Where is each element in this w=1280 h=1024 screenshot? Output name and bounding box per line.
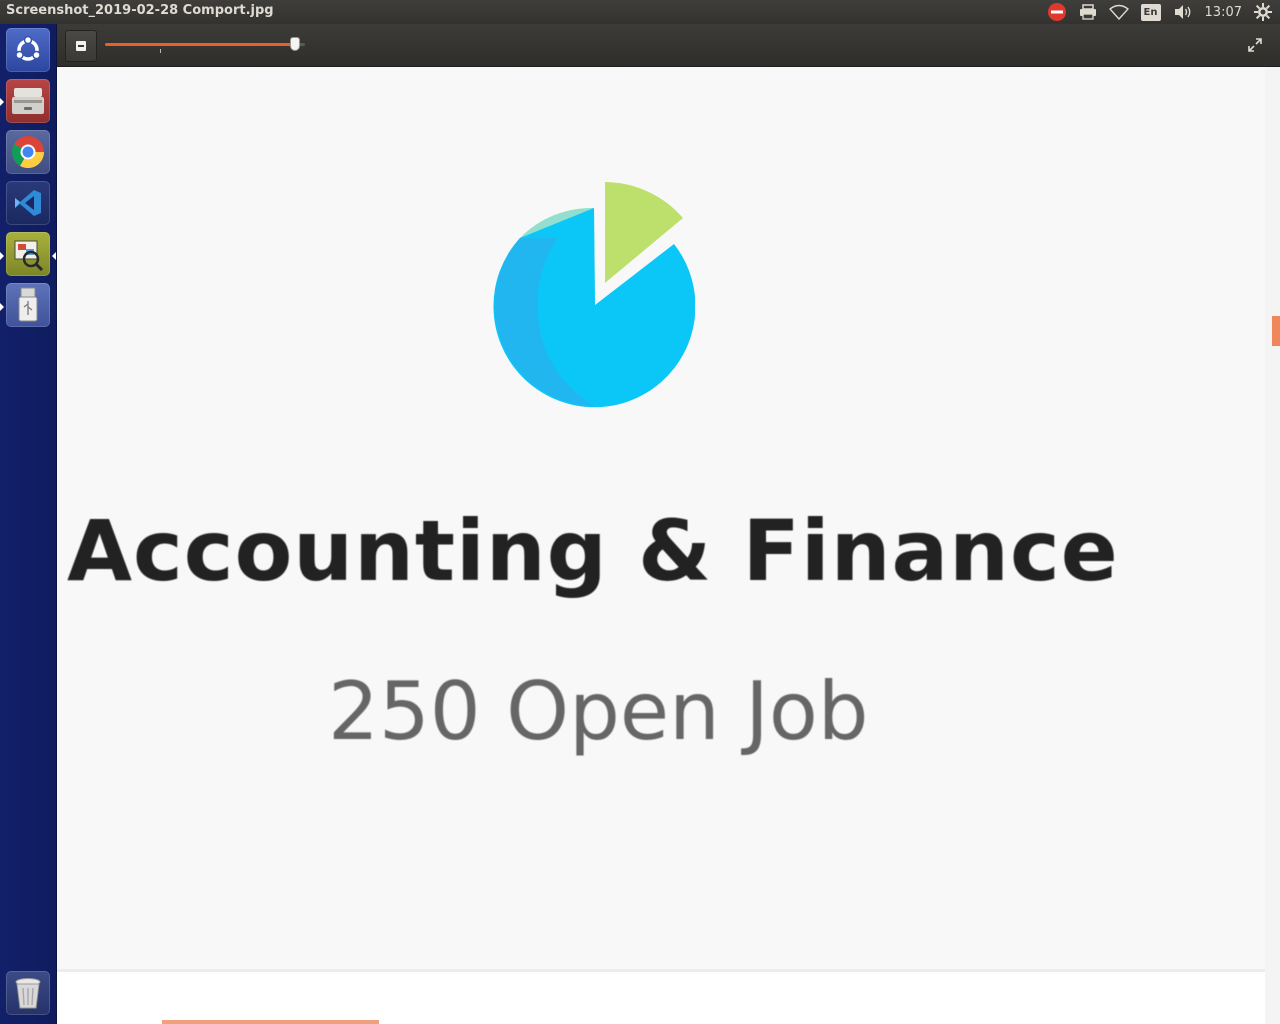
- printer-icon[interactable]: [1079, 0, 1097, 24]
- ubuntu-dash-icon[interactable]: [6, 28, 50, 72]
- indicator-area: En 13:07: [1035, 0, 1280, 24]
- zoom-out-button[interactable]: [65, 30, 97, 62]
- wifi-icon[interactable]: [1108, 0, 1129, 24]
- settings-gear-icon[interactable]: [1254, 0, 1272, 24]
- launcher: [0, 24, 57, 1024]
- open-job-count: 250 Open Job: [328, 665, 869, 758]
- image-lower-strip: [57, 972, 1265, 1024]
- files-drawer-icon[interactable]: [6, 79, 50, 123]
- clock-text: 13:07: [1204, 4, 1242, 20]
- fullscreen-button[interactable]: [1240, 30, 1270, 60]
- zoom-out-icon: [76, 41, 86, 51]
- keyboard-layout-indicator[interactable]: En: [1140, 0, 1161, 24]
- image-canvas[interactable]: Accounting & Finance 250 Open Job: [57, 67, 1280, 1024]
- top-panel: Screenshot_2019-02-28 Comport.jpg En 13:…: [0, 0, 1280, 24]
- vscode-icon[interactable]: [6, 181, 50, 225]
- fullscreen-icon: [1248, 38, 1262, 52]
- running-indicator: [0, 303, 4, 311]
- displayed-image: Accounting & Finance 250 Open Job: [57, 67, 1265, 972]
- image-viewer-icon[interactable]: [6, 232, 50, 276]
- no-entry-icon[interactable]: [1047, 0, 1067, 24]
- scroll-marker[interactable]: [1272, 316, 1280, 346]
- active-indicator: [52, 252, 56, 260]
- usb-drive-icon[interactable]: [6, 283, 50, 327]
- clock-indicator[interactable]: 13:07: [1205, 0, 1242, 24]
- zoom-slider-tick: [160, 49, 161, 53]
- zoom-slider-handle[interactable]: [290, 37, 300, 51]
- category-title: Accounting & Finance: [67, 502, 1119, 600]
- zoom-slider[interactable]: [105, 36, 305, 54]
- keyboard-layout-label: En: [1140, 3, 1161, 21]
- trash-icon[interactable]: [6, 971, 50, 1015]
- running-indicator: [0, 252, 4, 260]
- pie-chart-icon: [493, 182, 695, 408]
- chrome-icon[interactable]: [6, 130, 50, 174]
- viewer-toolbar: [57, 24, 1280, 67]
- zoom-slider-fill: [105, 43, 295, 46]
- volume-icon[interactable]: [1173, 0, 1193, 24]
- tab-underline: [162, 1020, 379, 1024]
- window-title: Screenshot_2019-02-28 Comport.jpg: [6, 3, 274, 18]
- running-indicator: [0, 98, 4, 106]
